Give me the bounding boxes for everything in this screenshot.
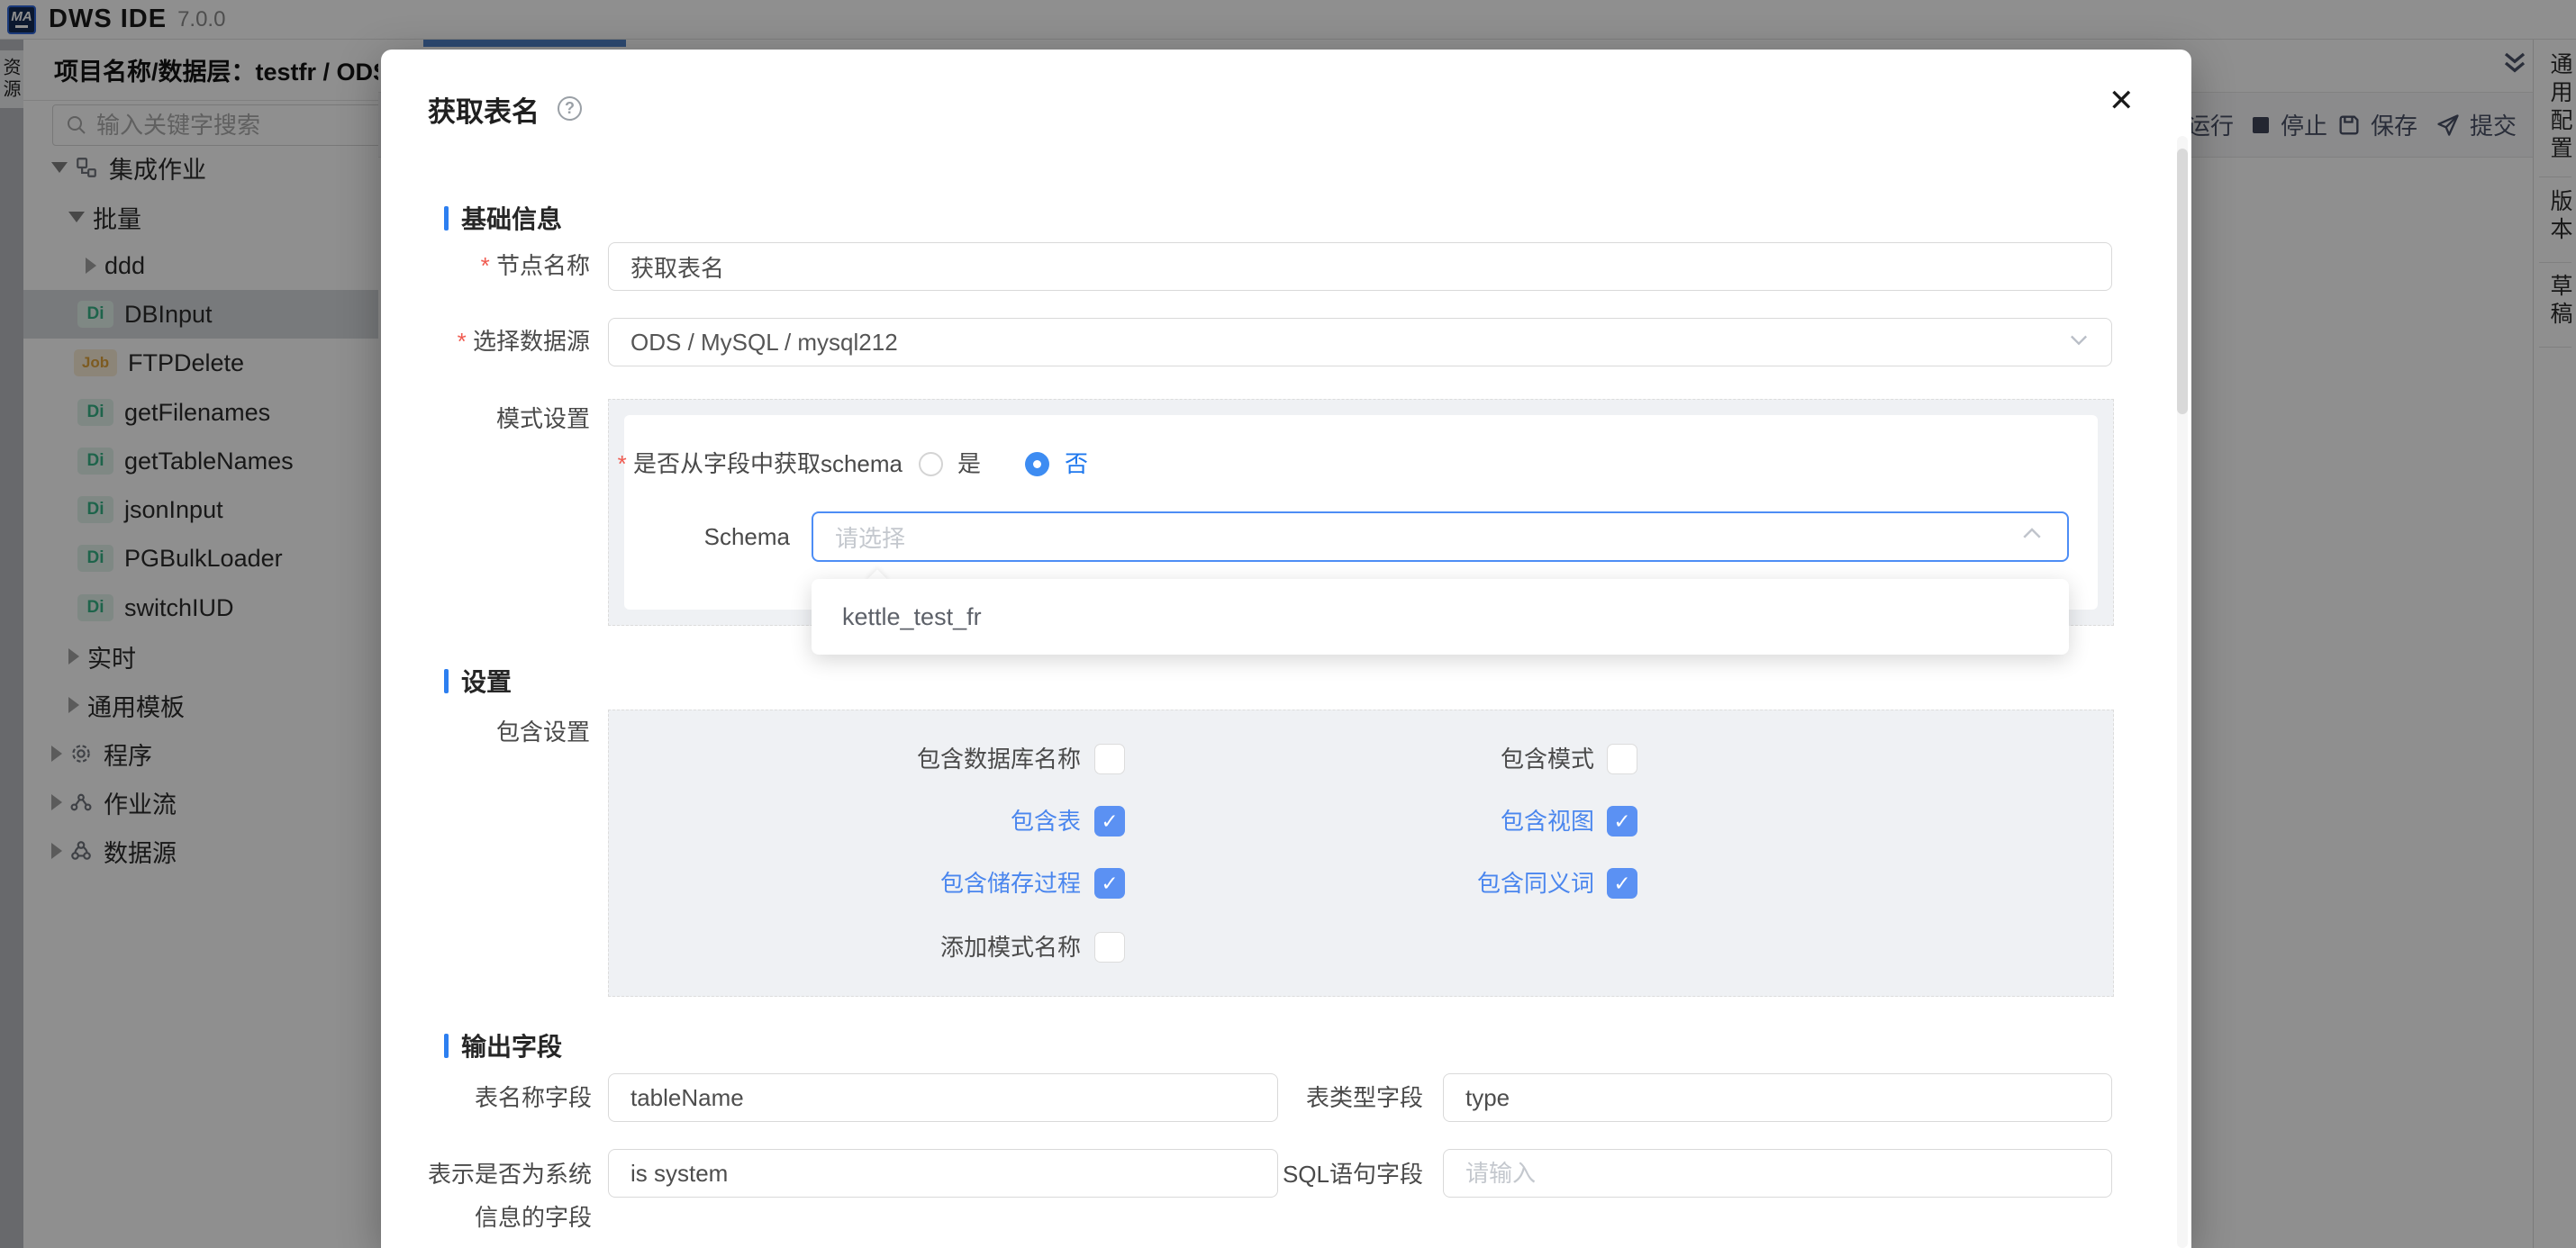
section-title: 输出字段	[461, 1027, 562, 1063]
radio-yes[interactable]	[919, 452, 943, 476]
node-name-input[interactable]	[608, 242, 2112, 291]
checkbox-include-schema[interactable]	[1607, 744, 1637, 774]
section-title: 设置	[461, 663, 512, 699]
check-icon: ✓	[1101, 872, 1118, 896]
checkbox-label-include-tables[interactable]: 包含表	[721, 806, 1081, 837]
radio-no[interactable]	[1025, 452, 1049, 476]
help-icon[interactable]: ?	[558, 96, 582, 121]
checkbox-include-tables[interactable]: ✓	[1094, 806, 1125, 837]
schema-label: Schema	[520, 521, 790, 552]
checkbox-include-views[interactable]: ✓	[1607, 806, 1637, 837]
chevron-down-icon	[2066, 327, 2091, 358]
schema-dropdown: kettle_test_fr	[812, 579, 2069, 655]
radio-no-label[interactable]: 否	[1065, 450, 1088, 477]
get-table-names-modal: 获取表名 ? ✕ 基础信息 节点名称 选择数据源 ODS / MySQL / m…	[381, 50, 2191, 1248]
modal-scrollbar-thumb[interactable]	[2177, 149, 2188, 414]
checkbox-label-include-procedures[interactable]: 包含储存过程	[721, 868, 1081, 899]
checkbox-label-include-views[interactable]: 包含视图	[1234, 806, 1594, 837]
section-accent-bar	[444, 1034, 449, 1058]
checkbox-include-db-name[interactable]	[1094, 744, 1125, 774]
check-icon: ✓	[1613, 872, 1630, 896]
section-accent-bar	[444, 206, 449, 231]
datasource-label: 选择数据源	[381, 326, 590, 357]
section-output-fields: 输出字段	[444, 1027, 562, 1063]
check-icon: ✓	[1613, 809, 1630, 834]
close-icon[interactable]: ✕	[2109, 86, 2135, 116]
radio-yes-label[interactable]: 是	[957, 450, 981, 477]
checkbox-include-synonyms[interactable]: ✓	[1607, 868, 1637, 899]
chevron-up-icon	[2018, 520, 2045, 554]
sql-field-input[interactable]	[1443, 1149, 2112, 1198]
datasource-select[interactable]: ODS / MySQL / mysql212	[608, 318, 2112, 366]
datasource-value: ODS / MySQL / mysql212	[630, 329, 898, 357]
is-system-field-label-line2: 信息的字段	[381, 1202, 592, 1233]
mode-settings-label: 模式设置	[381, 403, 590, 434]
checkbox-add-schema-name[interactable]	[1094, 932, 1125, 963]
schema-placeholder: 请选择	[835, 520, 905, 554]
table-type-field-label: 表类型字段	[1153, 1082, 1423, 1113]
section-settings: 设置	[444, 663, 512, 699]
section-title: 基础信息	[461, 200, 562, 236]
modal-title: 获取表名	[428, 89, 540, 130]
sql-field-label: SQL语句字段	[1153, 1159, 1423, 1189]
table-type-field-input[interactable]	[1443, 1073, 2112, 1122]
dropdown-option-kettle-test-fr[interactable]: kettle_test_fr	[842, 603, 982, 631]
table-name-field-label: 表名称字段	[381, 1082, 592, 1113]
checkbox-label-add-schema-name[interactable]: 添加模式名称	[721, 932, 1081, 963]
checkbox-label-include-synonyms[interactable]: 包含同义词	[1234, 868, 1594, 899]
section-basic-info: 基础信息	[444, 200, 562, 236]
check-icon: ✓	[1101, 809, 1118, 834]
schema-from-field-label: 是否从字段中获取schema	[542, 448, 903, 479]
node-name-label: 节点名称	[381, 250, 590, 281]
checkbox-label-include-schema[interactable]: 包含模式	[1234, 744, 1594, 774]
is-system-field-label-line1: 表示是否为系统	[381, 1159, 592, 1189]
checkbox-include-procedures[interactable]: ✓	[1094, 868, 1125, 899]
section-accent-bar	[444, 669, 449, 693]
checkbox-label-include-db-name[interactable]: 包含数据库名称	[721, 744, 1081, 774]
include-settings-label: 包含设置	[381, 717, 590, 747]
schema-select[interactable]: 请选择	[812, 511, 2069, 562]
